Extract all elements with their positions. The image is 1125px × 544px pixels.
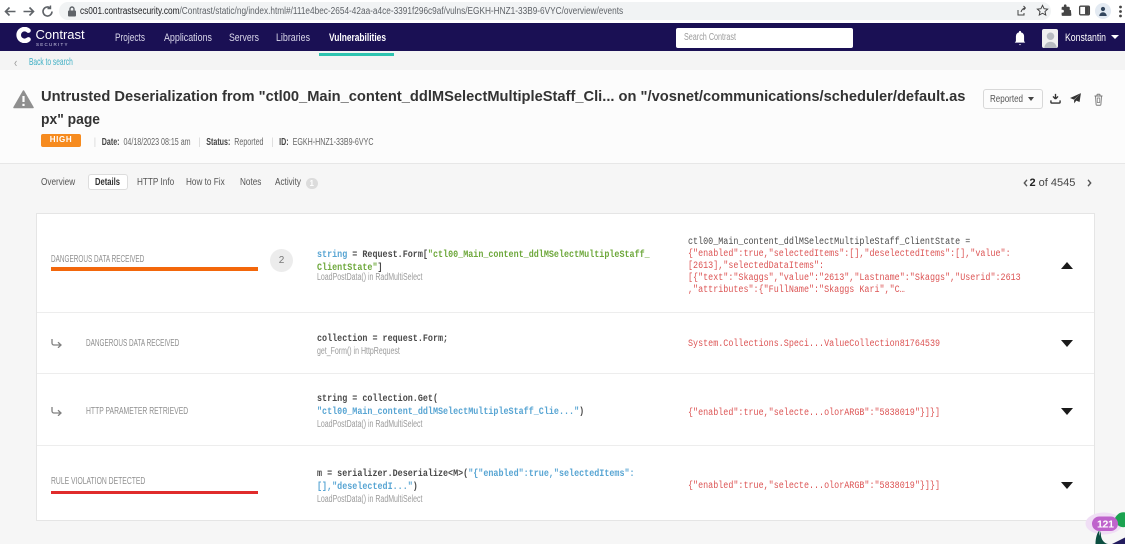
- svg-text:121: 121: [1097, 519, 1114, 531]
